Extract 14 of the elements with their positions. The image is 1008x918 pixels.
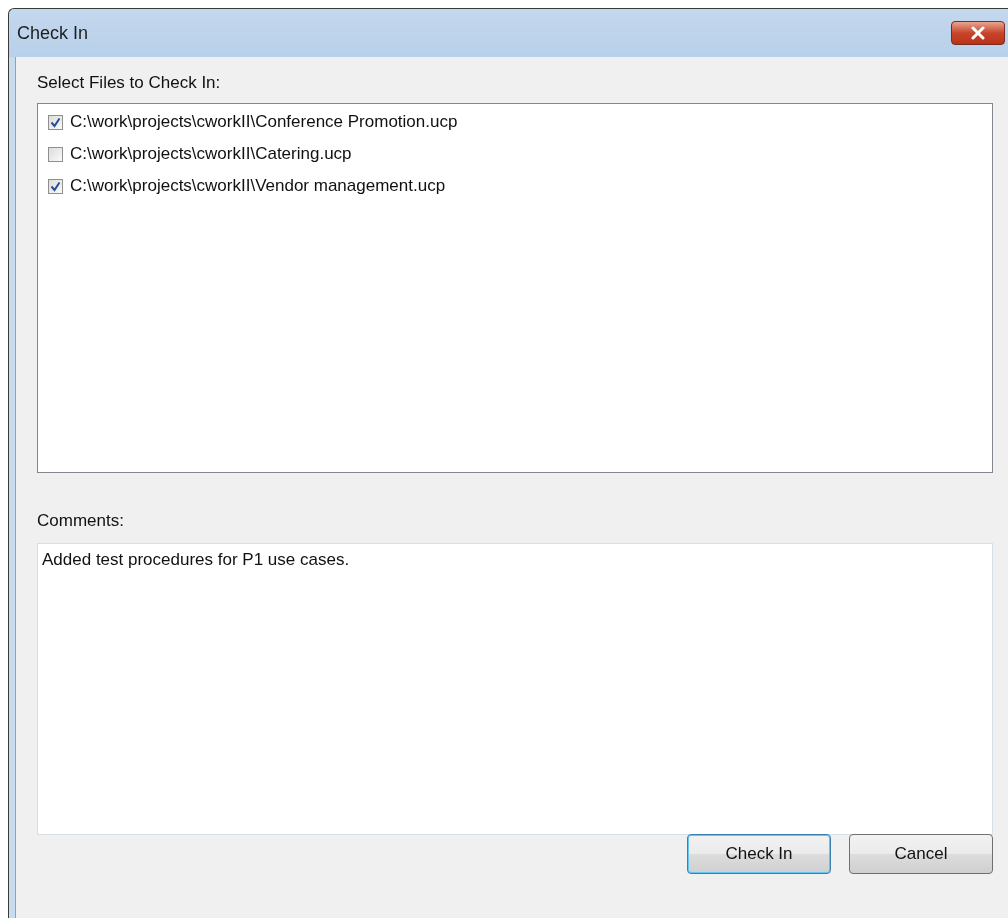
cancel-button[interactable]: Cancel [849,834,993,874]
checkbox[interactable] [48,114,63,130]
close-icon [970,26,986,40]
file-path[interactable]: C:\work\projects\cworkII\Conference Promotion.ucp [70,112,458,132]
check-in-button[interactable]: Check In [687,834,831,874]
files-label: Select Files to Check In: [37,73,222,93]
file-path[interactable]: C:\work\projects\cworkII\Catering.ucp [70,144,352,164]
file-path[interactable]: C:\work\projects\cworkII\Vendor management.ucp [70,176,446,196]
checkbox[interactable] [48,146,63,162]
close-button[interactable] [951,21,1005,45]
comments-label: Comments: [37,511,125,531]
window-title: Check In [17,22,89,44]
comments-field[interactable]: Added test procedures for P1 use cases. [37,543,993,835]
checkbox[interactable] [48,178,63,194]
